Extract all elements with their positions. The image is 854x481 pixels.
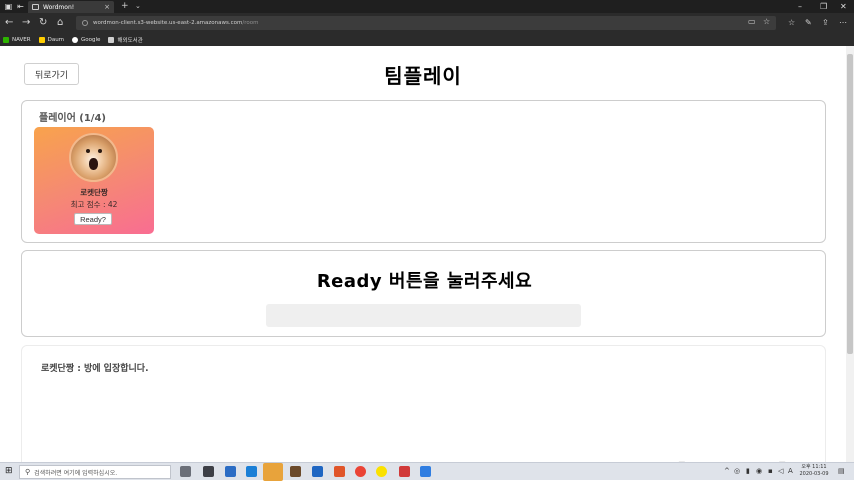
app-icon[interactable] (334, 466, 345, 477)
page-icon (32, 4, 39, 10)
tray-app-icon[interactable]: ▮ (746, 467, 750, 475)
volume-icon[interactable]: ◁ (778, 467, 783, 475)
tab-title: Wordmon! (43, 3, 75, 11)
taskbar: ⊞ ⚲ 검색하려면 여기에 입력하십시오. ^ ◎ ▮ ◉ ▪ ◁ A 오후 1… (0, 462, 854, 481)
browser-toolbar: ← → ↻ ⌂ wordmon-client.s3-website.us-eas… (0, 13, 854, 33)
chrome-icon[interactable] (355, 466, 366, 477)
browser-tab-bar: ▣ ⇤ Wordmon! × + ⌄ – ❐ ✕ (0, 0, 854, 13)
players-heading: 플레이어 (1/4) (39, 113, 106, 124)
naver-icon (3, 36, 9, 43)
close-tab-icon[interactable]: × (104, 3, 110, 11)
avatar (69, 133, 118, 182)
player-name: 로켓단짱 (80, 188, 108, 197)
word-input[interactable] (266, 304, 581, 327)
ime-icon[interactable]: A (788, 467, 793, 475)
daum-icon (38, 36, 45, 43)
windows-start-icon[interactable]: ⊞ (5, 466, 13, 476)
page-scrollbar[interactable] (846, 46, 854, 462)
tray-app-icon[interactable]: ▪ (768, 467, 773, 475)
calculator-icon[interactable] (203, 466, 214, 477)
tab-dropdown-icon[interactable]: ⌄ (135, 1, 141, 12)
outlook-icon[interactable] (225, 466, 236, 477)
app-icon[interactable] (399, 466, 410, 477)
player-best-score: 최고 점수 : 42 (70, 200, 118, 209)
taskbar-search[interactable]: ⚲ 검색하려면 여기에 입력하십시오. (19, 465, 171, 479)
clock-time: 오후 11:11 (801, 464, 827, 470)
tab-actions-icon[interactable]: ⇤ (16, 2, 25, 11)
bookmark-daum[interactable]: Daum (38, 36, 64, 43)
refresh-icon[interactable]: ↻ (39, 17, 47, 29)
page-title: 팀플레이 (384, 64, 462, 88)
avatar-mouth (89, 158, 98, 170)
system-clock[interactable]: 오후 11:11 2020-03-09 (796, 464, 832, 478)
store-icon[interactable] (290, 466, 301, 477)
home-icon[interactable]: ⌂ (57, 17, 63, 29)
mail-icon[interactable] (312, 466, 323, 477)
players-panel: 플레이어 (1/4) 로켓단짱 최고 점수 : 42 Ready? (21, 100, 826, 243)
kakaotalk-icon[interactable] (376, 466, 387, 477)
file-explorer-icon[interactable] (263, 463, 283, 481)
info-icon (82, 20, 88, 26)
bookmark-google[interactable]: Google (72, 36, 100, 43)
back-arrow-icon[interactable]: ← (5, 17, 13, 29)
ready-button[interactable]: Ready? (74, 213, 112, 225)
app-icon[interactable] (420, 466, 431, 477)
notifications-icon[interactable]: ▤ (838, 467, 845, 475)
bookmark-naver[interactable]: NAVER (3, 36, 31, 43)
minimize-icon[interactable]: – (798, 1, 802, 12)
google-icon (72, 36, 79, 43)
search-icon: ⚲ (25, 468, 31, 476)
bookmark-library[interactable]: 해외도서관 (108, 36, 143, 44)
tab-wordmon[interactable]: Wordmon! × (28, 1, 114, 13)
ready-panel: Ready 버튼을 눌러주세요 (21, 250, 826, 337)
favorites-icon[interactable]: ☆ (788, 17, 795, 29)
address-url: wordmon-client.s3-website.us-east-2.amaz… (93, 20, 259, 26)
forward-arrow-icon[interactable]: → (22, 17, 30, 29)
chat-message: 로켓단짱 : 방에 입장합니다. (41, 364, 149, 374)
task-view-icon[interactable] (180, 466, 191, 477)
tray-app-icon[interactable]: ◎ (734, 467, 740, 475)
chat-panel: 로켓단짱 : 방에 입장합니다. (21, 345, 826, 462)
player-card: 로켓단짱 최고 점수 : 42 Ready? (34, 127, 154, 234)
reading-list-icon[interactable]: ✎ (805, 17, 812, 29)
avatar-eye (98, 149, 102, 153)
edge-icon[interactable] (246, 466, 257, 477)
reader-view-icon[interactable]: ▭ (748, 17, 756, 26)
ready-instruction: Ready 버튼을 눌러주세요 (316, 271, 533, 292)
scroll-thumb[interactable] (847, 54, 853, 354)
address-bar[interactable]: wordmon-client.s3-website.us-east-2.amaz… (76, 16, 776, 30)
taskbar-search-placeholder: 검색하려면 여기에 입력하십시오. (34, 469, 118, 477)
bookmarks-bar: NAVER Daum Google 해외도서관 (0, 33, 854, 46)
avatar-eye (86, 149, 90, 153)
tray-app-icon[interactable]: ◉ (756, 467, 762, 475)
star-icon (108, 36, 115, 43)
new-tab-button[interactable]: + (121, 1, 129, 12)
maximize-icon[interactable]: ❐ (820, 1, 827, 12)
tray-chevron-icon[interactable]: ^ (724, 467, 730, 475)
browser-menu-icon[interactable]: ▣ (4, 2, 13, 11)
game-room-page: 뒤로가기 팀플레이 플레이어 (1/4) 로켓단짱 최고 점수 : 42 Rea… (0, 46, 846, 462)
clock-date: 2020-03-09 (799, 471, 829, 477)
favorite-star-icon[interactable]: ☆ (763, 17, 770, 26)
share-icon[interactable]: ⇪ (822, 17, 829, 29)
more-icon[interactable]: ⋯ (839, 17, 847, 29)
window-close-icon[interactable]: ✕ (840, 1, 847, 12)
